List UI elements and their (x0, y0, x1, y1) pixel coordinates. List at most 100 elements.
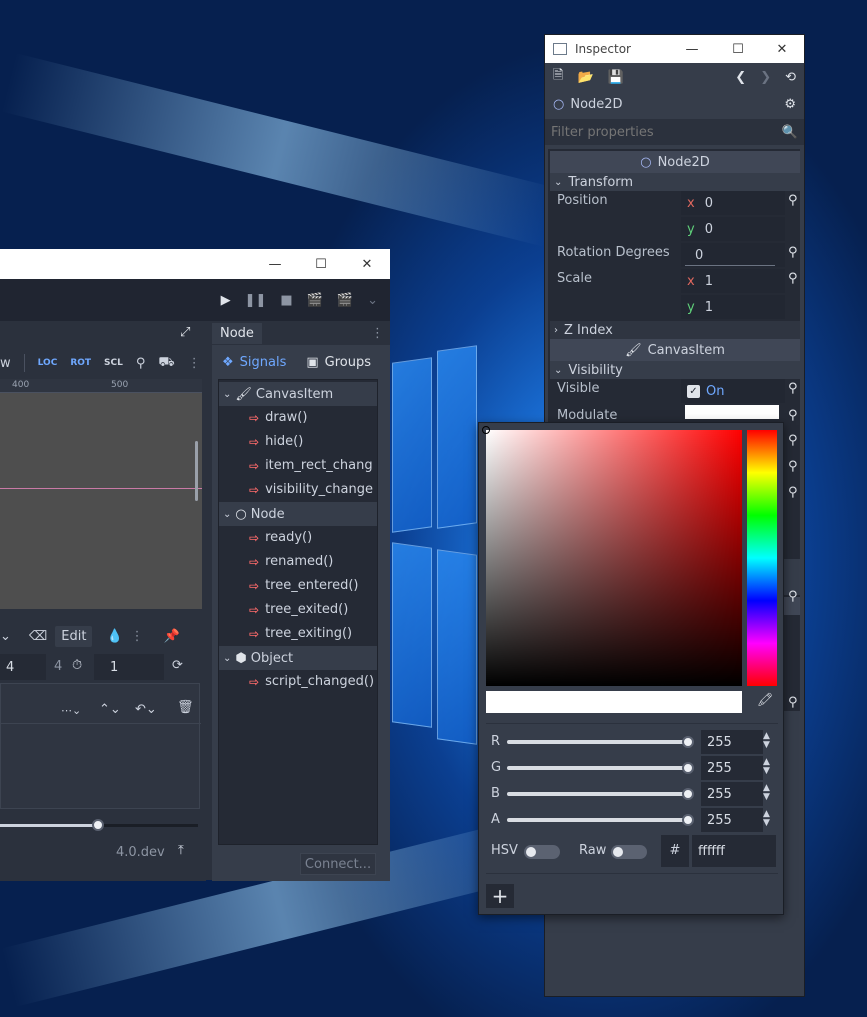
signal-item[interactable]: ⇨ item_rect_chang (249, 458, 373, 473)
keyframe-icon[interactable]: ⚲ (788, 381, 798, 396)
play-icon[interactable]: ▶ (221, 293, 231, 308)
keyframe-icon[interactable]: ⚲ (788, 408, 798, 423)
section-z-index[interactable]: › Z Index (550, 321, 800, 339)
saturation-value-square[interactable] (482, 426, 742, 686)
filter-properties-input[interactable] (551, 124, 782, 140)
key-icon[interactable]: ⚲ (136, 356, 146, 371)
pause-icon[interactable]: ❚❚ (245, 293, 267, 308)
section-visibility[interactable]: ⌄ Visibility (550, 361, 800, 379)
position-x-field[interactable]: x 0 (681, 191, 785, 215)
snap-field[interactable]: 1 (94, 654, 164, 680)
signal-section-node[interactable]: ⌄ ○ Node (219, 502, 377, 526)
hsv-toggle[interactable] (524, 845, 560, 859)
channel-slider-knob[interactable] (682, 762, 694, 774)
animation-length-field[interactable]: 4 (0, 654, 46, 680)
section-transform[interactable]: ⌄ Transform (550, 173, 800, 191)
keyframe-icon[interactable]: ⚲ (788, 193, 798, 208)
tab-signals[interactable]: Signals (240, 355, 287, 370)
tab-groups[interactable]: Groups (325, 355, 371, 370)
interpolation-icon[interactable]: ⋯⌄ (61, 704, 81, 717)
curve-icon[interactable]: ⌃⌄ (99, 702, 121, 717)
close-button[interactable]: ✕ (760, 35, 804, 63)
more-vertical-icon[interactable]: ⋮ (131, 629, 144, 644)
animation-icon[interactable]: ⌫ (29, 629, 47, 644)
more-vertical-icon[interactable]: ⋮ (371, 326, 384, 341)
hue-slider[interactable] (747, 430, 777, 686)
channel-value[interactable]: 255 (701, 730, 763, 754)
open-folder-icon[interactable]: 📂 (577, 70, 593, 85)
channel-slider[interactable] (507, 766, 689, 770)
node-name[interactable]: Node2D (570, 97, 622, 112)
keyframe-icon[interactable]: ⚲ (788, 459, 798, 474)
signal-item[interactable]: ⇨ tree_exited() (249, 602, 348, 617)
signal-item[interactable]: ⇨ script_changed() (249, 674, 374, 689)
chevron-down-icon[interactable]: ⌄ (367, 293, 378, 308)
spinner-arrows-icon[interactable]: ▲ ▼ (763, 732, 770, 750)
scale-x-field[interactable]: x 1 (681, 269, 785, 293)
channel-slider-knob[interactable] (682, 788, 694, 800)
signal-item[interactable]: ⇨ visibility_change (249, 482, 373, 497)
signal-item[interactable]: ⇨ hide() (249, 434, 303, 449)
scale-y-field[interactable]: y 1 (681, 295, 785, 319)
minimize-button[interactable]: — (668, 35, 716, 63)
raw-toggle[interactable] (611, 845, 647, 859)
forward-icon[interactable]: ❯ (760, 70, 771, 85)
keyframe-icon[interactable]: ⚲ (788, 433, 798, 448)
save-icon[interactable]: 💾 (608, 70, 624, 85)
signal-item[interactable]: ⇨ draw() (249, 410, 307, 425)
view-menu-label[interactable]: w (0, 356, 11, 371)
signal-item[interactable]: ⇨ renamed() (249, 554, 333, 569)
search-icon[interactable]: 🔍 (782, 125, 798, 140)
tab-node[interactable]: Node (212, 322, 262, 344)
onion-skin-icon[interactable]: 💧 (106, 629, 122, 644)
lock-scale-icon[interactable]: SCL (104, 358, 123, 368)
edit-button[interactable]: Edit (55, 625, 93, 647)
lock-rotation-icon[interactable]: ROT (70, 358, 91, 368)
keyframe-icon[interactable]: ⚲ (788, 485, 798, 500)
rotation-field[interactable]: 0 (681, 243, 785, 267)
rotation-slider-track[interactable] (685, 265, 775, 266)
modulate-color-swatch[interactable] (685, 405, 779, 419)
keyframe-icon[interactable]: ⚲ (788, 589, 798, 604)
back-icon[interactable]: ❮ (735, 70, 746, 85)
loop-icon[interactable]: ⟳ (172, 658, 183, 673)
keyframe-icon[interactable]: ⚲ (788, 271, 798, 286)
connect-button[interactable]: Connect... (300, 853, 376, 875)
track-area[interactable]: ⋯⌄ ⌃⌄ ↶⌄ 🗑 (0, 683, 201, 809)
expand-bottom-panel-icon[interactable]: ⤒ (178, 843, 184, 858)
keyframe-icon[interactable]: ⚲ (788, 695, 798, 710)
position-y-field[interactable]: y 0 (681, 217, 785, 241)
signal-section-object[interactable]: ⌄ ⬢ Object (219, 646, 377, 670)
signal-section-canvasitem[interactable]: ⌄ 🖌 CanvasItem (219, 382, 377, 406)
maximize-button[interactable]: ☐ (716, 35, 760, 63)
fullscreen-icon[interactable]: ⤢ (180, 325, 190, 340)
channel-slider[interactable] (507, 818, 689, 822)
channel-slider[interactable] (507, 792, 689, 796)
color-cursor[interactable] (482, 426, 490, 434)
viewport-scrollbar[interactable] (195, 441, 198, 501)
timer-icon[interactable]: ⏱ (72, 658, 82, 673)
object-properties-icon[interactable]: ⚙ (784, 97, 796, 112)
car-icon[interactable]: ⛟ (158, 355, 174, 372)
spinner-arrows-icon[interactable]: ▲ ▼ (763, 758, 770, 776)
viewport-canvas[interactable] (0, 393, 202, 609)
delete-icon[interactable]: 🗑 (177, 700, 194, 715)
channel-slider[interactable] (507, 740, 689, 744)
spinner-arrows-icon[interactable]: ▲ ▼ (763, 784, 770, 802)
loop-wrap-icon[interactable]: ↶⌄ (135, 702, 157, 717)
signal-item[interactable]: ⇨ ready() (249, 530, 312, 545)
stop-icon[interactable]: ■ (280, 293, 292, 308)
channel-slider-knob[interactable] (682, 814, 694, 826)
new-resource-icon[interactable]: 🗎 (553, 66, 563, 88)
visible-checkbox[interactable]: ✓ On (681, 379, 785, 403)
add-preset-button[interactable]: + (486, 884, 514, 908)
more-vertical-icon[interactable]: ⋮ (188, 356, 201, 371)
signal-item[interactable]: ⇨ tree_entered() (249, 578, 359, 593)
maximize-button[interactable]: ☐ (298, 249, 344, 279)
close-button[interactable]: ✕ (344, 249, 390, 279)
zoom-slider[interactable] (0, 819, 198, 831)
pin-icon[interactable]: 📌 (164, 629, 180, 644)
keyframe-icon[interactable]: ⚲ (788, 245, 798, 260)
hex-input[interactable]: ffffff (692, 835, 776, 867)
play-scene-icon[interactable]: 🎬 (307, 293, 323, 308)
